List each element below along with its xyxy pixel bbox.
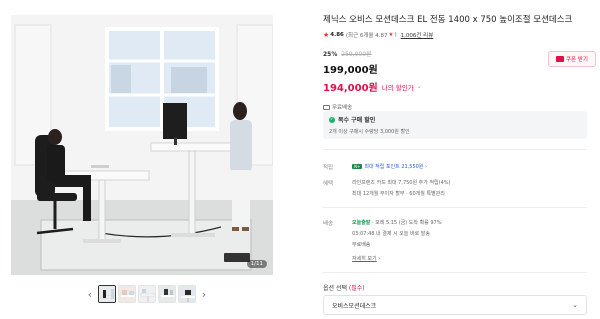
shipping-row: 무료배송: [323, 103, 591, 111]
divider: [323, 207, 587, 208]
option-selected-value: 오비스모션데스크: [332, 302, 377, 310]
shipping-text: 무료배송: [332, 105, 353, 111]
thumbnail-image: [179, 286, 195, 302]
main-product-image[interactable]: 1/11: [11, 15, 273, 275]
rating-score: 4.86: [330, 32, 344, 38]
thumbnail-image: [139, 286, 155, 302]
delivery-today-row: 오늘출발 · 모레 5.15 (금) 도착 확률 97%: [352, 219, 441, 226]
star-icon-small: ★: [388, 32, 394, 38]
my-price-label: 나의 할인가: [381, 83, 414, 92]
delivery-cutoff: 03:07:48 내 결제 시 오늘 바로 발송: [352, 231, 430, 237]
photo-counter: 1/11: [246, 260, 267, 268]
rating-recent-close: ): [394, 32, 397, 38]
card-label: 혜택: [323, 181, 334, 187]
check-icon: ✓: [329, 116, 335, 123]
multi-purchase-title: 복수 구매 할인: [338, 117, 376, 124]
office-scene-illustration: [11, 15, 273, 275]
multi-purchase-title-row: ✓ 복수 구매 할인: [329, 115, 581, 124]
card-line-1: 라인프렌즈 카드 최대 7,750원 추가 적립(4%): [352, 180, 451, 186]
thumbnail-5[interactable]: [178, 285, 196, 303]
thumbnail-3[interactable]: [138, 285, 156, 303]
thumbnail-image: [159, 286, 175, 302]
point-text: 최대 적립 포인트 21,550원: [364, 164, 424, 170]
thumbnail-4[interactable]: [158, 285, 176, 303]
option-label-row: 옵션 선택 (필수): [323, 283, 365, 292]
coupon-icon: [556, 56, 564, 62]
chevron-left-icon[interactable]: ‹: [84, 284, 96, 304]
multi-purchase-box: ✓ 복수 구매 할인 2개 이상 구매시 수량당 3,000원 할인: [323, 111, 587, 139]
chevron-right-icon[interactable]: ›: [198, 284, 210, 304]
chevron-right-icon: ›: [378, 256, 381, 262]
thumbnail-2[interactable]: [118, 285, 136, 303]
thumbnail-1[interactable]: [98, 285, 116, 303]
option-required: (필수): [348, 285, 365, 292]
rating-recent: (최근 6개월 4.87: [345, 33, 388, 39]
my-price-row[interactable]: 194,000원 나의 할인가 ⌄: [323, 79, 591, 94]
delivery-label: 배송: [323, 221, 334, 227]
delivery-fee: 무료배송: [352, 242, 371, 248]
chevron-down-icon: ⌄: [416, 83, 422, 90]
thumbnail-image: [99, 286, 115, 302]
product-title: 제닉스 오비스 모션데스크 EL 전동 1400 x 750 높이조절 모션데스…: [323, 15, 573, 25]
multi-purchase-description: 2개 이상 구매시 수량당 3,000원 할인: [329, 129, 410, 135]
discount-rate: 25%: [323, 51, 338, 58]
coupon-button[interactable]: 쿠폰 받기: [548, 51, 596, 67]
divider: [323, 272, 587, 273]
today-ship-badge: 오늘출발: [352, 220, 371, 226]
delivery-detail: · 모레 5.15 (금) 도착 확률 97%: [372, 220, 442, 226]
chevron-down-icon: ⌄: [572, 301, 578, 309]
rating-row: ★ 4.86 (최근 6개월 4.87 ★ ) 1,006건 리뷰: [323, 31, 591, 39]
delivery-more-row[interactable]: 자세히 보기 ›: [352, 255, 380, 262]
original-price: 259,000원: [341, 51, 372, 58]
chevron-right-icon: ›: [425, 164, 428, 170]
option-select[interactable]: 오비스모션데스크 ⌄: [323, 295, 587, 315]
point-badge: N+: [352, 164, 363, 169]
thumbnail-strip: ‹ ›: [84, 284, 210, 304]
truck-icon: [323, 104, 330, 110]
divider: [323, 149, 587, 150]
thumbnail-image: [119, 286, 135, 302]
card-line-2: 최대 12개월 무이자 할부 · 60개월 특별관리: [352, 191, 445, 197]
star-icon: ★: [323, 31, 330, 39]
point-label: 적립: [323, 165, 334, 171]
delivery-more-link: 자세히 보기: [352, 256, 377, 262]
option-label: 옵션 선택: [323, 285, 347, 292]
coupon-button-label: 쿠폰 받기: [566, 57, 588, 63]
point-row[interactable]: N+ 최대 적립 포인트 21,550원 ›: [352, 163, 427, 170]
review-link[interactable]: 1,006건 리뷰: [401, 31, 434, 39]
my-price: 194,000원: [323, 83, 378, 94]
